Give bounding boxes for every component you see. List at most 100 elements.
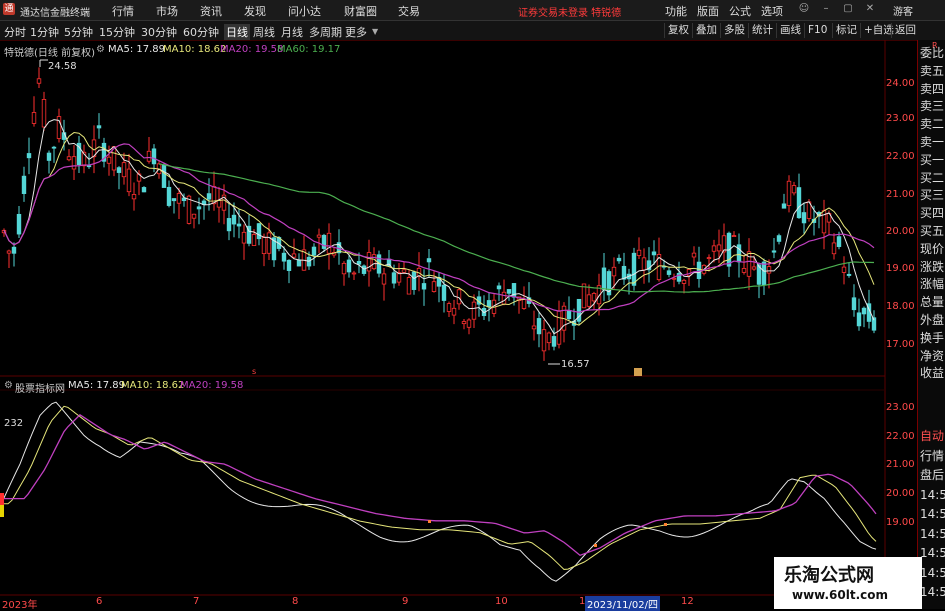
user-icon[interactable]: ☺ (796, 2, 812, 16)
candle-body (121, 162, 127, 178)
menu-faxian[interactable]: 发现 (244, 3, 266, 19)
panel-item[interactable]: 行情 (920, 449, 944, 464)
menu-caifuquan[interactable]: 财富圈 (344, 3, 377, 19)
candle-body (356, 261, 362, 265)
menu-xuanxiang[interactable]: 选项 (761, 3, 783, 19)
panel-item[interactable]: 收益 (920, 366, 944, 381)
candle-body (176, 193, 182, 204)
panel-item[interactable]: 外盘 (920, 313, 944, 328)
panel-item[interactable]: 14:50 (920, 507, 945, 522)
candle-body (711, 245, 717, 252)
app-logo-icon: 通 (3, 3, 15, 15)
panel-item[interactable]: 盘后 (920, 468, 944, 483)
panel-item[interactable]: 换手 (920, 331, 944, 346)
period-60min[interactable]: 60分钟 (183, 24, 219, 40)
menu-hangqing[interactable]: 行情 (112, 3, 134, 19)
tool-tongji[interactable]: 统计 (748, 23, 776, 38)
tool-fanhui[interactable]: 返回 (891, 23, 919, 38)
panel-item[interactable]: 卖一 (920, 135, 944, 150)
candle-body (26, 153, 32, 159)
candle-body (366, 252, 372, 272)
x-label: 7 (193, 596, 200, 607)
settings-gear-icon[interactable]: ⚙ (96, 44, 105, 55)
signal-bar (0, 505, 4, 517)
panel-item[interactable]: 卖三 (920, 99, 944, 114)
stock-label: 特锐德(日线 前复权) (4, 48, 95, 59)
period-5min[interactable]: 5分钟 (64, 24, 93, 40)
candle-body (506, 289, 512, 294)
candle-body (566, 310, 572, 320)
period-multi[interactable]: 多周期 (309, 24, 342, 40)
guest-label[interactable]: 游客 (893, 3, 913, 18)
event-marker (634, 368, 642, 376)
period-weekly[interactable]: 周线 (253, 24, 275, 40)
kline-chart-area[interactable]: s (0, 40, 917, 609)
sub-settings-gear-icon[interactable]: ⚙ (4, 380, 13, 391)
tool-duogu[interactable]: 多股 (720, 23, 748, 38)
tool-huaxian[interactable]: 画线 (776, 23, 804, 38)
tool-fuquan[interactable]: 复权 (664, 23, 692, 38)
tool-diejia[interactable]: 叠加 (692, 23, 720, 38)
panel-item[interactable]: 净资 (920, 349, 944, 364)
panel-item[interactable]: 涨跌 (920, 260, 944, 275)
candle-body (846, 273, 852, 276)
signal-dot (664, 523, 667, 526)
candle-body (771, 250, 777, 253)
tool-biaoji[interactable]: 标记 (832, 23, 860, 38)
candle-body (501, 291, 507, 305)
minimize-icon[interactable]: – (818, 2, 834, 16)
panel-item[interactable]: 14:50 (920, 527, 945, 542)
candle-body (706, 257, 712, 260)
panel-item[interactable]: 14:50 (920, 585, 945, 600)
panel-item[interactable]: 买三 (920, 188, 944, 203)
panel-item[interactable]: 14:50 (920, 566, 945, 581)
candle-body (471, 301, 477, 320)
menu-gongneng[interactable]: 功能 (665, 3, 687, 19)
panel-item[interactable]: 14:50 (920, 488, 945, 503)
menu-gongshi[interactable]: 公式 (729, 3, 751, 19)
candle-body (546, 332, 552, 344)
tool-f10[interactable]: F10 (804, 23, 830, 38)
panel-item[interactable]: 现价 (920, 242, 944, 257)
panel-item[interactable]: 14:50 (920, 546, 945, 561)
menu-zixun[interactable]: 资讯 (200, 3, 222, 19)
menu-wenxiaoda[interactable]: 问小达 (288, 3, 321, 19)
panel-item[interactable]: 买五 (920, 224, 944, 239)
period-fenshi[interactable]: 分时 (4, 24, 26, 40)
panel-item[interactable]: 卖五 (920, 64, 944, 79)
panel-item[interactable]: 买一 (920, 153, 944, 168)
menu-shichang[interactable]: 市场 (156, 3, 178, 19)
trade-login-alert[interactable]: 证券交易未登录 特锐德 (518, 4, 621, 19)
indicator-label: 股票指标网 (15, 384, 65, 395)
period-1min[interactable]: 1分钟 (30, 24, 59, 40)
panel-item[interactable]: 涨幅 (920, 277, 944, 292)
panel-item[interactable]: 卖二 (920, 117, 944, 132)
candle-body (411, 271, 417, 290)
panel-item[interactable]: 买四 (920, 206, 944, 221)
candle-body (621, 265, 627, 280)
quote-side-panel: R 委比 卖五 卖四 卖三 卖二 卖一 买一 买二 买三 买四 买五 现价 涨跌 涨幅 总量 外盘 换手 净资 收益自… (917, 40, 945, 609)
period-daily[interactable]: 日线 (224, 24, 250, 40)
panel-item[interactable]: 委比 (920, 46, 944, 61)
period-more[interactable]: 更多 (345, 24, 367, 40)
sub-ma10-line (0, 405, 877, 570)
maximize-icon[interactable]: ▢ (840, 2, 856, 16)
period-monthly[interactable]: 月线 (281, 24, 303, 40)
event-marker-text: s (252, 367, 256, 376)
close-icon[interactable]: ✕ (862, 2, 878, 16)
menu-jiaoyi[interactable]: 交易 (398, 3, 420, 19)
panel-item[interactable]: 自动 (920, 429, 944, 444)
title-bar: 通 通达信金融终端 行情 市场 资讯 发现 问小达 财富圈 交易 证券交易未登录… (0, 0, 945, 21)
chevron-down-icon[interactable]: ▼ (372, 27, 378, 36)
candle-body (96, 125, 102, 129)
ma60-label: MA60: 19.17 (277, 44, 341, 55)
panel-item[interactable]: 总量 (920, 295, 944, 310)
panel-item[interactable]: 卖四 (920, 82, 944, 97)
period-30min[interactable]: 30分钟 (141, 24, 177, 40)
candle-body (51, 146, 57, 149)
candle-body (346, 259, 352, 273)
panel-item[interactable]: 买二 (920, 171, 944, 186)
candle-body (241, 231, 247, 244)
menu-banmian[interactable]: 版面 (697, 3, 719, 19)
period-15min[interactable]: 15分钟 (99, 24, 135, 40)
